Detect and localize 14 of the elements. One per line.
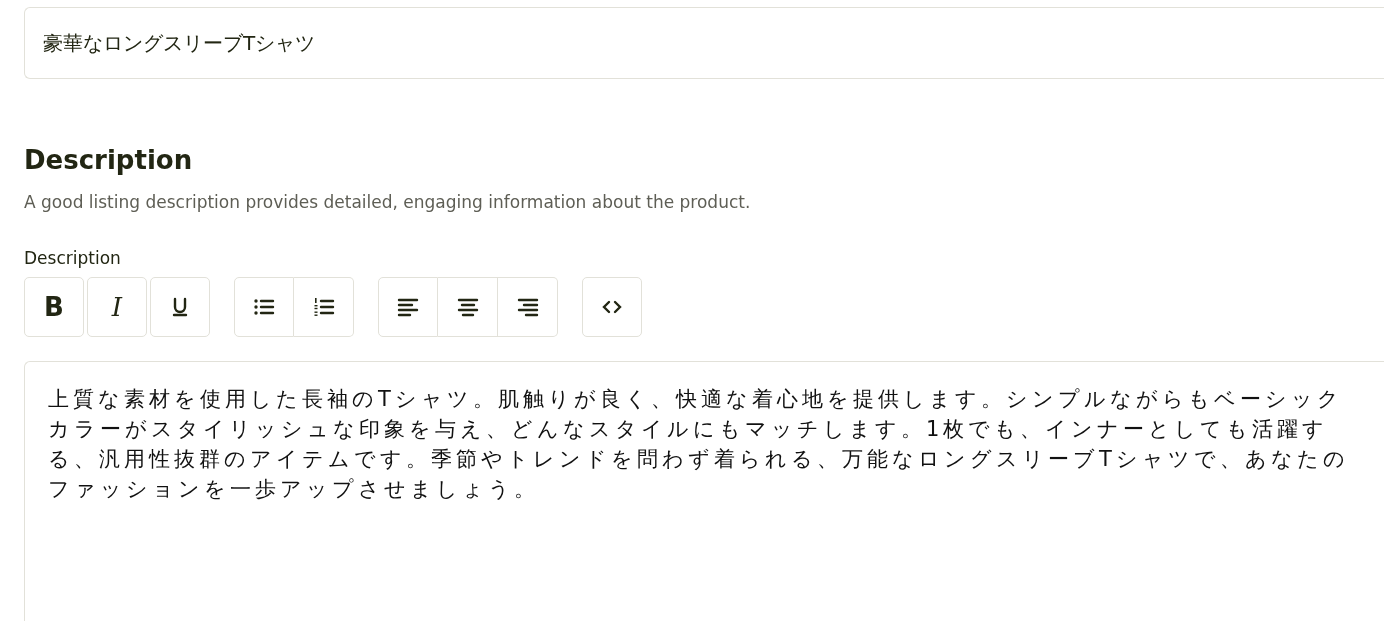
- align-right-button[interactable]: [498, 277, 558, 337]
- editor-text: 上質な素材を使用した長袖のTシャツ。肌触りが良く、快適な着心地を提供します。シンプルながらもベーシックカラーがスタイリッシュな印象を与え、どんなスタイルにもマッチします。1枚でも、インナーとしても活躍する、汎用性抜群のアイテムです。季節やトレンドを問わず着られる、万能なロングスリーブTシャツで、あなたのファッションを一歩アップさせましょう。: [48, 386, 1350, 503]
- field-label: Description: [24, 246, 122, 270]
- title-input-field[interactable]: 豪華なロングスリーブTシャツ: [24, 7, 1384, 79]
- section-heading: Description: [24, 144, 194, 177]
- underline-button[interactable]: [150, 277, 210, 337]
- bullet-list-button[interactable]: [234, 277, 294, 337]
- align-left-button[interactable]: [378, 277, 438, 337]
- bold-button[interactable]: B: [24, 277, 84, 337]
- text-editor-field[interactable]: 上質な素材を使用した長袖のTシャツ。肌触りが良く、快適な着心地を提供します。シンプルながらもベーシックカラーがスタイリッシュな印象を与え、どんなスタイルにもマッチします。1枚でも、インナーとしても活躍する、汎用性抜群のアイテムです。季節やトレンドを問わず着られる、万能なロングスリーブTシャツで、あなたのファッションを一歩アップさせましょう。: [24, 361, 1384, 621]
- italic-button[interactable]: I: [87, 277, 147, 337]
- section-hint: A good listing description provides detailed, engaging information about the product.: [24, 191, 752, 214]
- numbered-list-button[interactable]: [294, 277, 354, 337]
- align-center-button[interactable]: [438, 277, 498, 337]
